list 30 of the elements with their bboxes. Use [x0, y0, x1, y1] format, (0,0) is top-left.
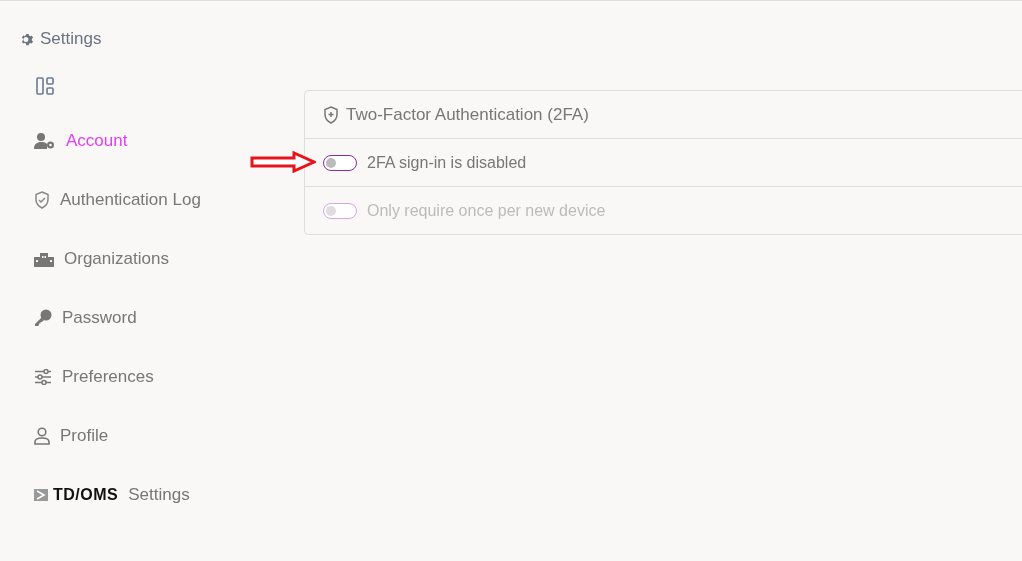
shield-plus-icon [323, 105, 339, 124]
dashboard-icon[interactable] [36, 77, 54, 95]
sidebar-item[interactable]: Authentication Log [34, 170, 300, 229]
logo-icon [34, 488, 48, 501]
logo-text: TD/OMS [53, 485, 119, 504]
item-label: Profile [60, 425, 109, 446]
person-icon [34, 426, 50, 445]
item-label: Password [62, 307, 137, 328]
toggle-label: Only require once per new device [367, 201, 606, 220]
sidebar-item[interactable]: Preferences [34, 347, 300, 406]
sidebar-item[interactable]: Profile [34, 406, 300, 465]
sidebar-item[interactable]: TD/OMS Settings [34, 465, 300, 524]
card-title: Two-Factor Authentication (2FA) [346, 104, 589, 125]
page-title: Settings [40, 29, 102, 49]
user-gear-icon [34, 131, 56, 150]
toggle-switch[interactable] [323, 154, 357, 171]
buildings-icon [34, 250, 54, 267]
sidebar-item[interactable]: Password [34, 288, 300, 347]
key-icon [34, 308, 52, 327]
shield-icon [34, 190, 50, 209]
item-label: Settings [128, 484, 190, 505]
sidebar-item[interactable]: Organizations [34, 229, 300, 288]
item-label: Organizations [64, 248, 169, 269]
sidebar-item[interactable]: Account [34, 111, 300, 170]
item-label: Authentication Log [60, 189, 201, 210]
sliders-icon [34, 368, 52, 385]
item-label: Preferences [62, 366, 154, 387]
toggle-label: 2FA sign-in is disabled [367, 153, 527, 172]
item-label: Account [66, 130, 128, 151]
gear-icon [20, 31, 35, 47]
